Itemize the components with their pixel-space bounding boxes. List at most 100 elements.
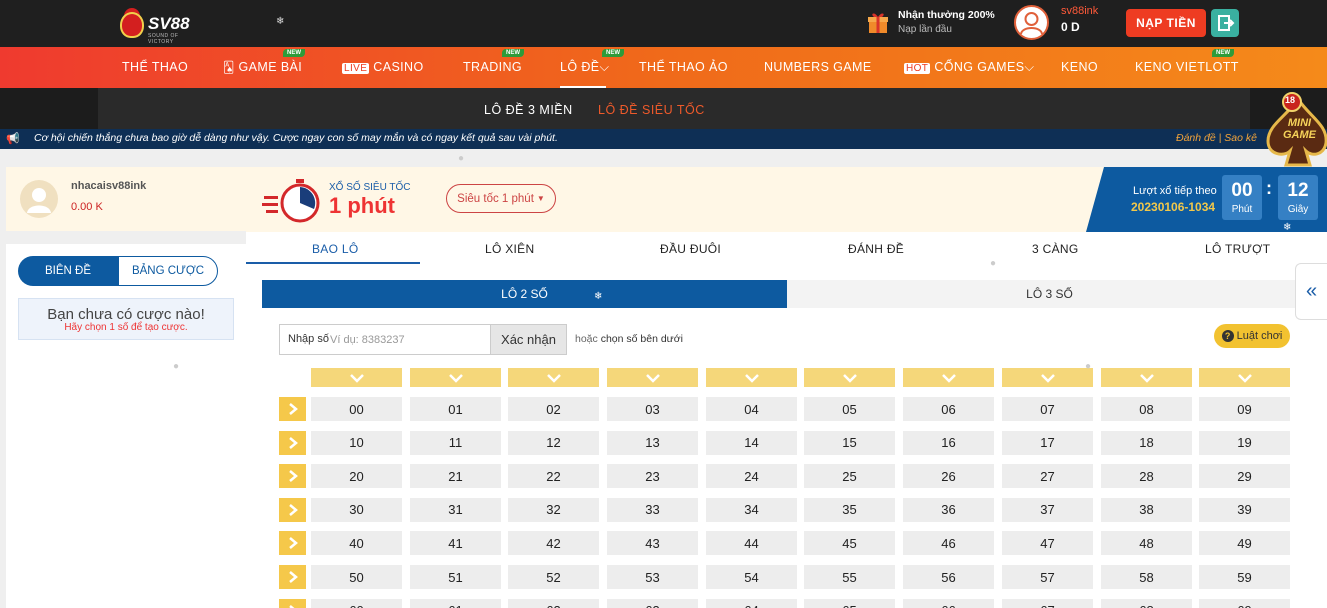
subnav-item-3-regions[interactable]: LÔ ĐỀ 3 MIỀN (484, 103, 573, 117)
sv88-logo[interactable]: SV88 SOUND OF VICTORY (118, 6, 198, 45)
row-select-chevron-right-icon[interactable] (279, 531, 306, 556)
row-select-chevron-right-icon[interactable] (279, 464, 306, 489)
column-select-chevron-down-icon[interactable] (706, 368, 797, 387)
number-cell[interactable]: 65 (804, 598, 895, 608)
tab-bao-lo[interactable]: BAO LÔ (312, 242, 358, 256)
number-cell[interactable]: 06 (903, 397, 994, 421)
number-cell[interactable]: 58 (1101, 565, 1192, 589)
number-cell[interactable]: 25 (804, 464, 895, 489)
user-avatar-icon[interactable] (1014, 5, 1049, 40)
number-cell[interactable]: 61 (410, 598, 501, 608)
column-select-chevron-down-icon[interactable] (1199, 368, 1290, 387)
number-cell[interactable]: 13 (607, 430, 698, 455)
tab-dau-duoi[interactable]: ĐẦU ĐUÔI (660, 242, 721, 256)
number-cell[interactable]: 36 (903, 497, 994, 522)
number-cell[interactable]: 49 (1199, 531, 1290, 556)
tab-danh-de[interactable]: ĐÁNH ĐỀ (848, 242, 904, 256)
number-cell[interactable]: 53 (607, 565, 698, 589)
number-cell[interactable]: 67 (1002, 598, 1093, 608)
number-cell[interactable]: 56 (903, 565, 994, 589)
number-cell[interactable]: 24 (706, 464, 797, 489)
number-cell[interactable]: 32 (508, 497, 599, 522)
number-cell[interactable]: 51 (410, 565, 501, 589)
rules-button[interactable]: ? Luật chơi (1214, 324, 1290, 348)
speed-dropdown[interactable]: Siêu tốc 1 phút ▼ (446, 184, 556, 213)
column-select-chevron-down-icon[interactable] (1002, 368, 1093, 387)
nav-item-virtual-sports[interactable]: THỂ THAO ẢO (639, 60, 728, 74)
subnav-item-super-fast[interactable]: LÔ ĐỀ SIÊU TỐC (598, 103, 705, 117)
number-input[interactable] (330, 327, 488, 352)
number-cell[interactable]: 26 (903, 464, 994, 489)
number-cell[interactable]: 54 (706, 565, 797, 589)
nav-item-sports[interactable]: THỂ THAO (122, 60, 188, 74)
number-cell[interactable]: 23 (607, 464, 698, 489)
number-cell[interactable]: 22 (508, 464, 599, 489)
number-cell[interactable]: 68 (1101, 598, 1192, 608)
ticker-links[interactable]: Đánh đề | Sao kê (1176, 132, 1257, 144)
number-cell[interactable]: 43 (607, 531, 698, 556)
column-select-chevron-down-icon[interactable] (508, 368, 599, 387)
gift-icon[interactable] (866, 11, 890, 35)
collapse-sidebar-icon[interactable]: « (1295, 263, 1327, 320)
number-cell[interactable]: 60 (311, 598, 402, 608)
header-username[interactable]: sv88ink (1061, 5, 1098, 17)
tab-lo-xien[interactable]: LÔ XIÊN (485, 242, 534, 256)
logout-icon[interactable] (1211, 9, 1239, 37)
tab-bet-table[interactable]: BẢNG CƯỢC (118, 256, 218, 286)
number-cell[interactable]: 08 (1101, 397, 1192, 421)
number-cell[interactable]: 01 (410, 397, 501, 421)
number-cell[interactable]: 50 (311, 565, 402, 589)
number-cell[interactable]: 09 (1199, 397, 1290, 421)
number-cell[interactable]: 40 (311, 531, 402, 556)
number-cell[interactable]: 14 (706, 430, 797, 455)
number-cell[interactable]: 55 (804, 565, 895, 589)
number-cell[interactable]: 12 (508, 430, 599, 455)
number-cell[interactable]: 69 (1199, 598, 1290, 608)
number-cell[interactable]: 05 (804, 397, 895, 421)
number-cell[interactable]: 04 (706, 397, 797, 421)
nav-item-game-portal[interactable]: HOT CỔNG GAMES⌵ (904, 60, 1034, 75)
row-select-chevron-right-icon[interactable] (279, 598, 306, 608)
subtab-lo-2-so[interactable]: LÔ 2 SỐ (262, 280, 787, 308)
number-cell[interactable]: 07 (1002, 397, 1093, 421)
number-cell[interactable]: 39 (1199, 497, 1290, 522)
number-cell[interactable]: 18 (1101, 430, 1192, 455)
number-cell[interactable]: 19 (1199, 430, 1290, 455)
nav-item-trading[interactable]: TRADING (463, 60, 522, 74)
number-cell[interactable]: 66 (903, 598, 994, 608)
column-select-chevron-down-icon[interactable] (607, 368, 698, 387)
number-cell[interactable]: 17 (1002, 430, 1093, 455)
deposit-button[interactable]: NẠP TIỀN (1126, 9, 1206, 37)
column-select-chevron-down-icon[interactable] (804, 368, 895, 387)
number-cell[interactable]: 31 (410, 497, 501, 522)
tab-lo-truot[interactable]: LÔ TRƯỢT (1205, 242, 1270, 256)
number-cell[interactable]: 03 (607, 397, 698, 421)
number-cell[interactable]: 10 (311, 430, 402, 455)
number-cell[interactable]: 29 (1199, 464, 1290, 489)
row-select-chevron-right-icon[interactable] (279, 497, 306, 522)
nav-item-card-games[interactable]: 🂡 GAME BÀI (223, 60, 302, 74)
column-select-chevron-down-icon[interactable] (1101, 368, 1192, 387)
column-select-chevron-down-icon[interactable] (410, 368, 501, 387)
row-select-chevron-right-icon[interactable] (279, 397, 306, 421)
number-cell[interactable]: 28 (1101, 464, 1192, 489)
column-select-chevron-down-icon[interactable] (903, 368, 994, 387)
confirm-button[interactable]: Xác nhận (490, 325, 566, 354)
number-cell[interactable]: 44 (706, 531, 797, 556)
number-cell[interactable]: 38 (1101, 497, 1192, 522)
number-cell[interactable]: 02 (508, 397, 599, 421)
number-cell[interactable]: 59 (1199, 565, 1290, 589)
number-cell[interactable]: 47 (1002, 531, 1093, 556)
number-cell[interactable]: 37 (1002, 497, 1093, 522)
tab-bet-slip[interactable]: BIÊN ĐỀ (18, 256, 118, 286)
column-select-chevron-down-icon[interactable] (311, 368, 402, 387)
subtab-lo-3-so[interactable]: LÔ 3 SỐ (787, 280, 1312, 308)
row-select-chevron-right-icon[interactable] (279, 430, 306, 455)
number-cell[interactable]: 57 (1002, 565, 1093, 589)
number-cell[interactable]: 62 (508, 598, 599, 608)
number-cell[interactable]: 33 (607, 497, 698, 522)
number-cell[interactable]: 35 (804, 497, 895, 522)
number-cell[interactable]: 64 (706, 598, 797, 608)
row-select-chevron-right-icon[interactable] (279, 565, 306, 589)
nav-item-numbers-game[interactable]: NUMBERS GAME (764, 60, 872, 74)
